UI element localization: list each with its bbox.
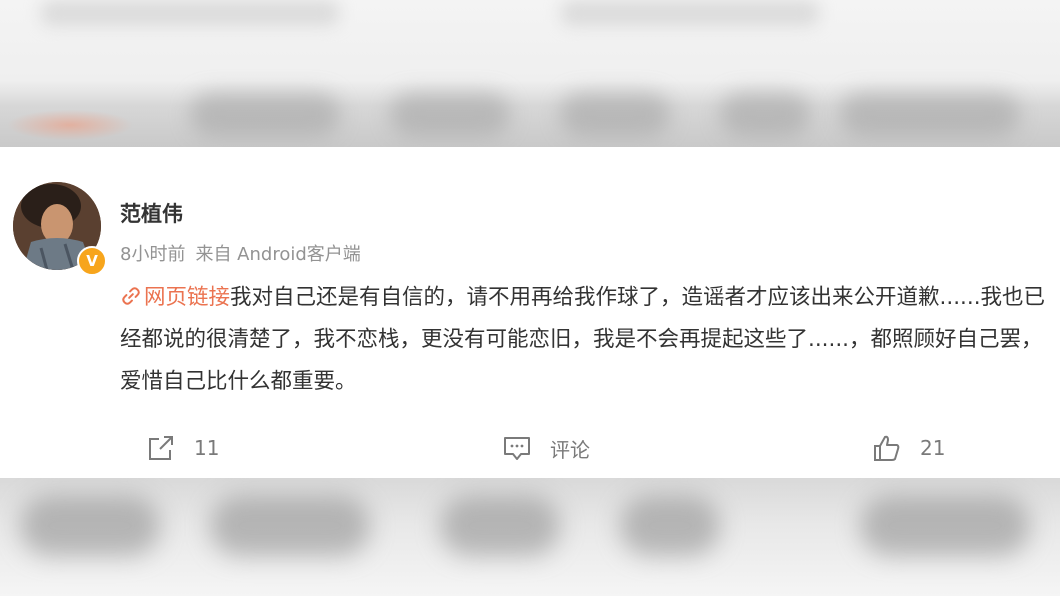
link-chain-icon (122, 287, 140, 305)
repost-button[interactable]: 11 (146, 425, 219, 471)
post-text: 我对自己还是有自信的，请不用再给我作球了，造谣者才应该出来公开道歉......我… (120, 285, 1046, 394)
verified-badge-icon: V (77, 246, 107, 276)
like-button[interactable]: 21 (872, 425, 945, 471)
post-time[interactable]: 8小时前 (120, 244, 185, 265)
post-source: 来自 Android客户端 (195, 244, 361, 265)
post-content: 网页链接我对自己还是有自信的，请不用再给我作球了，造谣者才应该出来公开道歉...… (120, 277, 1055, 403)
thumbs-up-icon (874, 435, 900, 461)
comment-label: 评论 (550, 437, 590, 462)
repost-count: 11 (194, 436, 220, 460)
like-count: 21 (920, 436, 946, 460)
post-meta: 8小时前 来自 Android客户端 (120, 240, 361, 266)
author-name[interactable]: 范植伟 (120, 198, 183, 228)
comment-button[interactable]: 评论 (502, 425, 590, 471)
blurred-background-bottom (0, 478, 1060, 596)
blurred-background-top (0, 0, 1060, 147)
repost-icon (149, 436, 173, 460)
web-link-label: 网页链接 (144, 285, 231, 310)
post-action-bar: 11 评论 21 (0, 425, 1060, 471)
comment-icon (504, 437, 530, 460)
web-link[interactable]: 网页链接 (120, 285, 230, 310)
